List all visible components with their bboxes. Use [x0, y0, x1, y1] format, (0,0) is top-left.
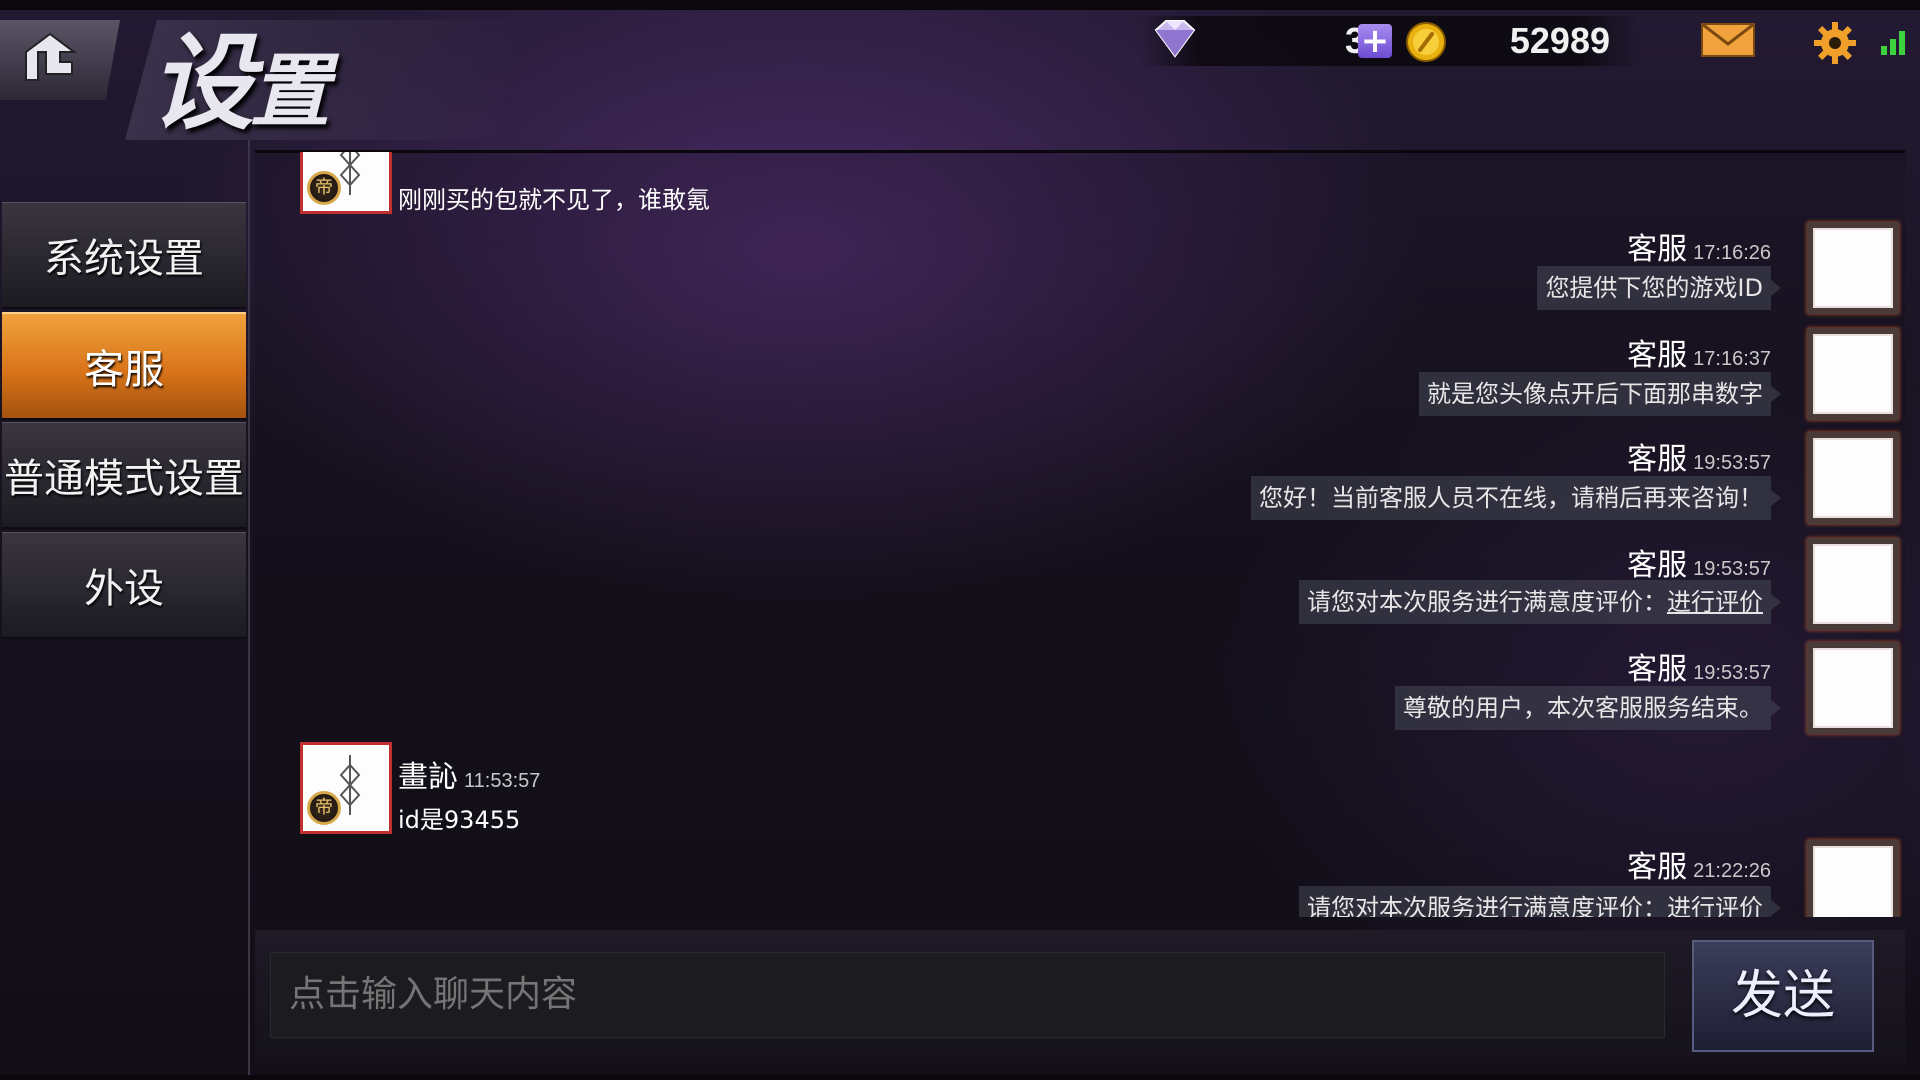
sender-line: 客服 19:53:57: [1627, 434, 1771, 478]
message-time: 11:53:57: [464, 770, 541, 792]
add-gems-button[interactable]: +: [1358, 24, 1392, 58]
message-time: 19:53:57: [1693, 452, 1771, 474]
message-time: 19:53:57: [1693, 558, 1771, 580]
top-strip: [0, 0, 1920, 10]
avatar[interactable]: [1807, 538, 1899, 630]
message-time: 17:16:26: [1693, 242, 1771, 264]
sender-line: 客服 19:53:57: [1627, 540, 1771, 584]
message-text: 请您对本次服务进行满意度评价：: [1307, 588, 1667, 616]
message-text: 尊敬的用户，本次客服服务结束。: [1403, 694, 1763, 722]
avatar[interactable]: [1807, 642, 1899, 734]
page-title: 设置: [150, 21, 330, 144]
message-bubble: 请您对本次服务进行满意度评价：进行评价: [1299, 580, 1781, 624]
message-text: 您提供下您的游戏ID: [1545, 274, 1763, 302]
message-text: 刚刚买的包就不见了，谁敢氪: [398, 186, 710, 214]
avatar[interactable]: 帝: [300, 742, 392, 834]
sender-line: 客服 17:16:37: [1627, 330, 1771, 374]
sender-name: 客服: [1627, 548, 1688, 583]
sender-line: 客服 21:22:26: [1627, 842, 1771, 886]
message-time: 19:53:57: [1693, 662, 1771, 684]
badge-icon: 帝: [307, 171, 341, 205]
message-bubble: 您好！当前客服人员不在线，请稍后再来咨询！: [1251, 476, 1781, 520]
message-time: 17:16:37: [1693, 348, 1771, 370]
rate-service-link[interactable]: 进行评价: [1667, 588, 1763, 616]
gear-icon[interactable]: [1812, 20, 1858, 70]
sender-name: 客服: [1627, 338, 1688, 373]
avatar[interactable]: [1807, 222, 1899, 314]
avatar[interactable]: [1807, 432, 1899, 524]
coin-count: 52989: [1509, 20, 1610, 61]
sender-name: 畫訫: [398, 760, 458, 795]
message-bubble: 尊敬的用户，本次客服服务结束。: [1395, 686, 1781, 730]
sender-line: 客服 19:53:57: [1627, 644, 1771, 688]
badge-icon: 帝: [307, 791, 341, 825]
coin-icon: [1404, 20, 1448, 68]
sender-name: 客服: [1627, 850, 1688, 885]
message-bubble: 就是您头像点开后下面那串数字: [1419, 372, 1781, 416]
back-arrow-icon: [25, 30, 90, 90]
sender-name: 客服: [1627, 442, 1688, 477]
message-text: 您好！当前客服人员不在线，请稍后再来咨询！: [1259, 484, 1763, 512]
message-bubble: 请您对本次服务进行满意度评价：进行评价: [1299, 886, 1781, 917]
sidebar-item-system-settings[interactable]: 系统设置: [2, 202, 246, 309]
bottom-strip: [0, 1075, 1920, 1080]
avatar[interactable]: [1807, 328, 1899, 420]
signal-icon: [1880, 28, 1908, 60]
sender-line: 畫訫 11:53:57: [398, 752, 540, 796]
diamond-icon: [1150, 18, 1200, 64]
sidebar-item-label: 普通模式设置: [4, 456, 244, 502]
rate-service-link[interactable]: 进行评价: [1667, 894, 1763, 917]
chat-log[interactable]: 帝 刚刚买的包就不见了，谁敢氪 客服 17:16:26 您提供下您的游戏ID 客服…: [255, 152, 1905, 917]
chat-input[interactable]: [270, 952, 1665, 1038]
sender-line: 客服 17:16:26: [1627, 224, 1771, 268]
sidebar-item-label: 外设: [84, 566, 164, 612]
message-text: 就是您头像点开后下面那串数字: [1427, 380, 1763, 408]
mail-icon[interactable]: [1700, 20, 1756, 64]
message-bubble: 您提供下您的游戏ID: [1537, 266, 1781, 310]
sidebar-item-label: 系统设置: [44, 236, 204, 282]
message-text: 请您对本次服务进行满意度评价：: [1307, 894, 1667, 917]
avatar[interactable]: 帝: [300, 152, 392, 214]
message-text: id是93455: [398, 806, 521, 834]
sidebar-divider: [248, 140, 250, 1075]
back-button[interactable]: [0, 20, 120, 100]
avatar[interactable]: [1807, 840, 1899, 917]
sender-name: 客服: [1627, 232, 1688, 267]
sidebar-item-label: 客服: [84, 347, 164, 393]
sender-name: 客服: [1627, 652, 1688, 687]
sidebar-item-customer-service[interactable]: 客服: [2, 312, 246, 420]
send-button[interactable]: 发送: [1692, 940, 1874, 1052]
sidebar-item-peripherals[interactable]: 外设: [2, 532, 246, 639]
sidebar-item-normal-mode-settings[interactable]: 普通模式设置: [2, 422, 246, 529]
message-time: 21:22:26: [1693, 860, 1771, 882]
